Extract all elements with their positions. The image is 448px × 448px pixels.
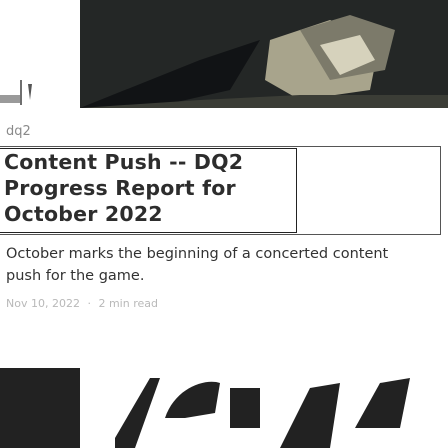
post-tag[interactable]: dq2 [6,124,31,139]
read-time: 2 min read [98,297,158,310]
post-date: Nov 10, 2022 [6,297,80,310]
next-post-image[interactable] [0,358,448,448]
post-meta: Nov 10, 2022 · 2 min read [6,297,158,310]
hero-image[interactable] [0,0,448,114]
meta-separator: · [87,297,91,310]
post-description: October marks the beginning of a concert… [6,246,389,284]
post-title-box: Content Push -- DQ2 Progress Report for … [0,146,441,235]
post-title[interactable]: Content Push -- DQ2 Progress Report for … [4,149,304,227]
